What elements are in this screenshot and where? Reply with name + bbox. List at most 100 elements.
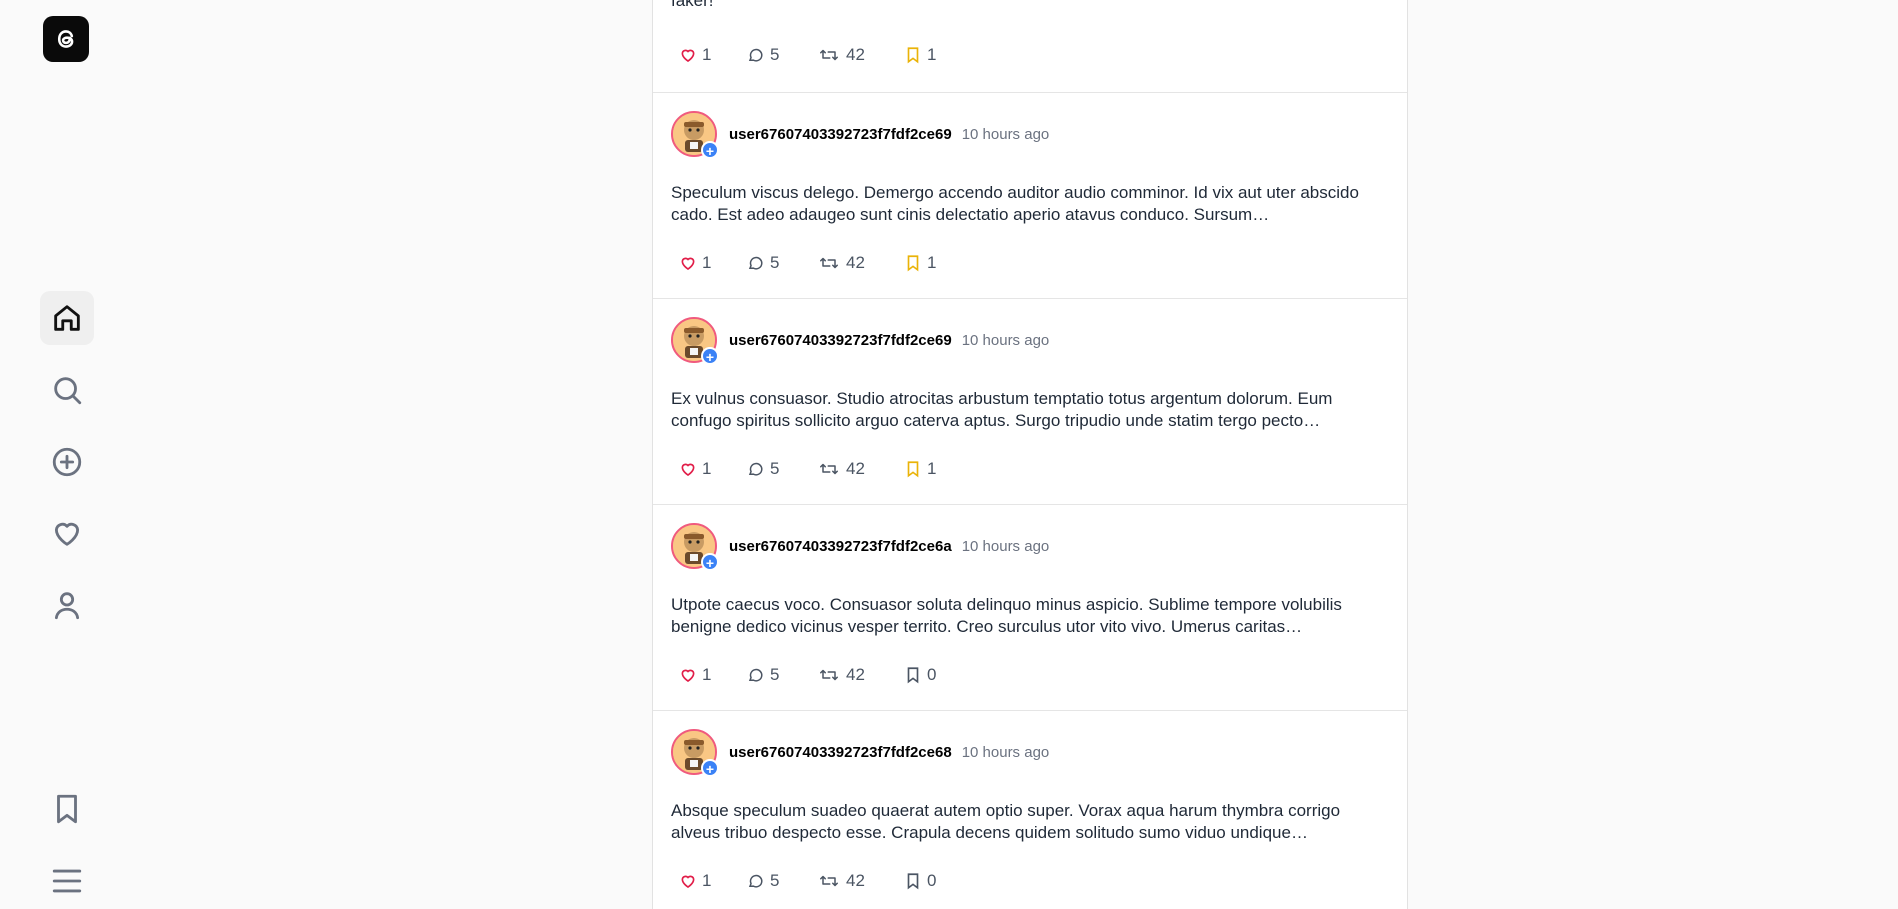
threads-logo-icon[interactable] xyxy=(43,16,89,62)
post-header: + user67607403392723f7fdf2ce69 10 hours … xyxy=(671,111,1050,159)
repost-icon xyxy=(820,875,838,887)
heart-icon xyxy=(681,257,695,270)
like-count: 1 xyxy=(702,45,712,64)
heart-icon xyxy=(681,875,695,888)
reply-button[interactable]: 5 xyxy=(747,253,817,273)
feed: faker! 1 5 42 1 + user67607403392723f7fd… xyxy=(652,0,1408,909)
nav-profile[interactable] xyxy=(40,578,94,632)
reply-count: 5 xyxy=(770,665,780,684)
follow-badge[interactable]: + xyxy=(701,759,719,777)
post-text: Absque speculum suadeo quaerat autem opt… xyxy=(671,801,1341,842)
nav-activity[interactable] xyxy=(40,506,94,560)
save-button[interactable]: 0 xyxy=(904,871,936,891)
repost-icon xyxy=(820,463,838,475)
user-icon xyxy=(54,592,80,620)
reply-count: 5 xyxy=(770,459,780,478)
repost-button[interactable]: 42 xyxy=(817,459,904,479)
post-actions: 1 5 42 1 xyxy=(679,45,936,65)
post-card[interactable]: + user67607403392723f7fdf2ce69 10 hours … xyxy=(653,93,1407,299)
post-header: + user67607403392723f7fdf2ce69 10 hours … xyxy=(671,317,1050,365)
post-text: Speculum viscus delego. Demergo accendo … xyxy=(671,183,1359,224)
repost-icon xyxy=(820,257,838,269)
repost-button[interactable]: 42 xyxy=(817,665,904,685)
like-button[interactable]: 1 xyxy=(679,665,747,685)
nav-saved[interactable] xyxy=(40,782,94,836)
plus-circle-icon xyxy=(52,447,82,477)
username[interactable]: user67607403392723f7fdf2ce69 xyxy=(729,126,952,143)
post-actions: 1 5 42 1 xyxy=(679,459,936,479)
nav-create[interactable] xyxy=(40,435,94,489)
repost-button[interactable]: 42 xyxy=(817,253,904,273)
reply-button[interactable]: 5 xyxy=(747,45,817,65)
nav-search[interactable] xyxy=(40,363,94,417)
username[interactable]: user67607403392723f7fdf2ce69 xyxy=(729,332,952,349)
heart-icon xyxy=(54,522,80,546)
post-card[interactable]: faker! 1 5 42 1 xyxy=(653,0,1407,93)
post-text: faker! xyxy=(671,0,714,10)
like-button[interactable]: 1 xyxy=(679,459,747,479)
bookmark-icon xyxy=(907,47,919,64)
post-text: Ex vulnus consuasor. Studio atrocitas ar… xyxy=(671,389,1333,430)
heart-icon xyxy=(681,49,695,62)
save-button[interactable]: 1 xyxy=(904,459,936,479)
post-actions: 1 5 42 1 xyxy=(679,253,936,273)
bookmark-icon xyxy=(907,667,919,684)
repost-count: 42 xyxy=(846,45,865,64)
like-button[interactable]: 1 xyxy=(679,871,747,891)
repost-count: 42 xyxy=(846,253,865,272)
avatar[interactable]: + xyxy=(671,111,719,159)
repost-count: 42 xyxy=(846,665,865,684)
repost-count: 42 xyxy=(846,871,865,890)
timestamp: 10 hours ago xyxy=(961,125,1050,143)
search-icon xyxy=(54,377,82,405)
reply-button[interactable]: 5 xyxy=(747,871,817,891)
repost-button[interactable]: 42 xyxy=(817,45,904,65)
heart-icon xyxy=(681,463,695,476)
reply-count: 5 xyxy=(770,45,780,64)
follow-badge[interactable]: + xyxy=(701,347,719,365)
like-count: 1 xyxy=(702,665,712,684)
nav-menu[interactable] xyxy=(40,854,94,908)
comment-icon xyxy=(748,874,763,888)
post-card[interactable]: + user67607403392723f7fdf2ce68 10 hours … xyxy=(653,711,1407,909)
username[interactable]: user67607403392723f7fdf2ce68 xyxy=(729,744,952,761)
home-icon xyxy=(54,305,80,331)
save-count: 1 xyxy=(927,253,937,272)
sidebar xyxy=(0,0,134,909)
save-count: 1 xyxy=(927,459,937,478)
repost-button[interactable]: 42 xyxy=(817,871,904,891)
like-button[interactable]: 1 xyxy=(679,253,747,273)
comment-icon xyxy=(748,48,763,62)
follow-badge[interactable]: + xyxy=(701,141,719,159)
repost-icon xyxy=(820,669,838,681)
bookmark-icon xyxy=(907,873,919,890)
like-count: 1 xyxy=(702,871,712,890)
reply-button[interactable]: 5 xyxy=(747,459,817,479)
post-card[interactable]: + user67607403392723f7fdf2ce69 10 hours … xyxy=(653,299,1407,505)
bookmark-icon xyxy=(907,461,919,478)
save-button[interactable]: 1 xyxy=(904,253,936,273)
avatar[interactable]: + xyxy=(671,523,719,571)
post-text: Utpote caecus voco. Consuasor soluta del… xyxy=(671,595,1342,636)
reply-count: 5 xyxy=(770,253,780,272)
post-actions: 1 5 42 0 xyxy=(679,665,936,685)
avatar[interactable]: + xyxy=(671,317,719,365)
comment-icon xyxy=(748,256,763,270)
save-button[interactable]: 0 xyxy=(904,665,936,685)
like-count: 1 xyxy=(702,459,712,478)
heart-icon xyxy=(681,669,695,682)
timestamp: 10 hours ago xyxy=(961,331,1050,349)
follow-badge[interactable]: + xyxy=(701,553,719,571)
nav-home[interactable] xyxy=(40,291,94,345)
post-card[interactable]: + user67607403392723f7fdf2ce6a 10 hours … xyxy=(653,505,1407,711)
post-header: + user67607403392723f7fdf2ce68 10 hours … xyxy=(671,729,1050,777)
comment-icon xyxy=(748,462,763,476)
timestamp: 10 hours ago xyxy=(961,743,1050,761)
like-button[interactable]: 1 xyxy=(679,45,747,65)
reply-button[interactable]: 5 xyxy=(747,665,817,685)
bookmark-icon xyxy=(907,255,919,272)
avatar[interactable]: + xyxy=(671,729,719,777)
username[interactable]: user67607403392723f7fdf2ce6a xyxy=(729,538,952,555)
reply-count: 5 xyxy=(770,871,780,890)
save-button[interactable]: 1 xyxy=(904,45,936,65)
